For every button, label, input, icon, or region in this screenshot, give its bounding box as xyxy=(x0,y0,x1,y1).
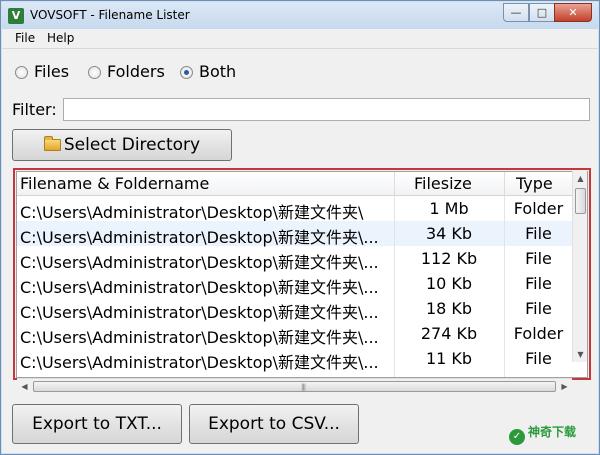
row-filename: C:\Users\Administrator\Desktop\新建文件夹\... xyxy=(20,328,379,347)
scroll-grip-icon: ||| xyxy=(301,383,306,391)
menu-help[interactable]: Help xyxy=(47,31,74,45)
filter-label: Filter: xyxy=(12,100,57,119)
row-filename: C:\Users\Administrator\Desktop\新建文件夹\ xyxy=(20,203,364,222)
radio-files-label[interactable]: Files xyxy=(34,62,69,81)
row-type: File xyxy=(525,249,552,268)
watermark-text: 神奇下载 xyxy=(528,425,577,439)
radio-files-dot[interactable] xyxy=(15,66,28,79)
title-bar[interactable]: V VOVSOFT - Filename Lister — □ ✕ xyxy=(2,2,598,29)
row-filename: C:\Users\Administrator\Desktop\新建文件夹\... xyxy=(20,278,379,297)
list-header: Filename & Foldername Filesize Type xyxy=(17,172,572,196)
app-icon: V xyxy=(8,8,24,24)
menu-file[interactable]: File xyxy=(15,31,35,45)
table-row[interactable]: C:\Users\Administrator\Desktop\新建文件夹\...… xyxy=(17,296,572,322)
column-gridline xyxy=(504,196,505,377)
row-filename: C:\Users\Administrator\Desktop\新建文件夹\... xyxy=(20,303,379,322)
folder-icon xyxy=(43,136,61,151)
horizontal-scrollbar[interactable]: ◀ ||| ▶ xyxy=(17,378,572,393)
horizontal-scroll-thumb[interactable]: ||| xyxy=(33,381,556,392)
vertical-scroll-thumb[interactable] xyxy=(575,188,586,214)
row-type: File xyxy=(525,349,552,368)
radio-folders-label[interactable]: Folders xyxy=(107,62,165,81)
row-filename: C:\Users\Administrator\Desktop\新建文件夹\... xyxy=(20,228,379,247)
window-title: VOVSOFT - Filename Lister xyxy=(30,8,190,22)
maximize-button[interactable]: □ xyxy=(529,3,555,22)
row-type: Folder xyxy=(513,324,564,343)
row-filesize: 274 Kb xyxy=(420,324,478,343)
row-filename: C:\Users\Administrator\Desktop\新建文件夹\... xyxy=(20,253,379,272)
table-row[interactable]: C:\Users\Administrator\Desktop\新建文件夹\...… xyxy=(17,246,572,272)
table-row[interactable]: C:\Users\Administrator\Desktop\新建文件夹\...… xyxy=(17,221,572,247)
minimize-button[interactable]: — xyxy=(503,3,529,22)
watermark: ✓ 神奇下载 xyxy=(509,423,576,445)
column-divider[interactable] xyxy=(394,172,395,196)
row-filesize: 112 Kb xyxy=(420,249,478,268)
export-txt-button[interactable]: Export to TXT... xyxy=(12,404,182,444)
column-header-name[interactable]: Filename & Foldername xyxy=(20,174,209,193)
table-row[interactable]: C:\Users\Administrator\Desktop\新建文件夹\...… xyxy=(17,321,572,347)
scroll-right-icon[interactable]: ▶ xyxy=(557,379,572,394)
column-gridline xyxy=(394,196,395,377)
table-row[interactable]: C:\Users\Administrator\Desktop\新建文件夹\ 1 … xyxy=(17,196,572,222)
row-filesize: 18 Kb xyxy=(425,299,473,318)
scroll-up-icon[interactable]: ▲ xyxy=(573,171,588,186)
row-type: File xyxy=(525,299,552,318)
scroll-left-icon[interactable]: ◀ xyxy=(17,379,32,394)
export-csv-button[interactable]: Export to CSV... xyxy=(189,404,359,444)
row-filesize: 10 Kb xyxy=(425,274,473,293)
table-row[interactable]: C:\Users\Administrator\Desktop\新建文件夹\...… xyxy=(17,346,572,372)
filter-input[interactable] xyxy=(63,98,590,121)
select-directory-label: Select Directory xyxy=(63,135,201,155)
row-filesize: 11 Kb xyxy=(425,349,473,368)
row-filesize: 34 Kb xyxy=(425,224,473,243)
file-list[interactable]: Filename & Foldername Filesize Type C:\U… xyxy=(16,171,588,378)
radio-both-label[interactable]: Both xyxy=(199,62,236,81)
row-filename: C:\Users\Administrator\Desktop\新建文件夹\... xyxy=(20,353,379,372)
scroll-down-icon[interactable]: ▼ xyxy=(573,347,588,362)
watermark-logo-icon: ✓ xyxy=(509,429,525,445)
select-directory-button[interactable]: Select Directory xyxy=(12,129,232,161)
close-button[interactable]: ✕ xyxy=(554,3,592,22)
app-window: V VOVSOFT - Filename Lister — □ ✕ File H… xyxy=(0,0,600,455)
row-filesize: 1 Mb xyxy=(429,199,469,218)
row-type: File xyxy=(525,224,552,243)
column-header-filesize[interactable]: Filesize xyxy=(414,174,472,193)
column-divider[interactable] xyxy=(504,172,505,196)
radio-folders-dot[interactable] xyxy=(88,66,101,79)
table-row[interactable]: C:\Users\Administrator\Desktop\新建文件夹\...… xyxy=(17,271,572,297)
vertical-scrollbar[interactable]: ▲ ▼ xyxy=(572,171,587,362)
row-type: File xyxy=(525,274,552,293)
row-type: Folder xyxy=(513,199,564,218)
radio-both-dot[interactable] xyxy=(180,66,193,79)
column-header-type[interactable]: Type xyxy=(516,174,553,193)
menu-bar: File Help xyxy=(2,29,598,49)
